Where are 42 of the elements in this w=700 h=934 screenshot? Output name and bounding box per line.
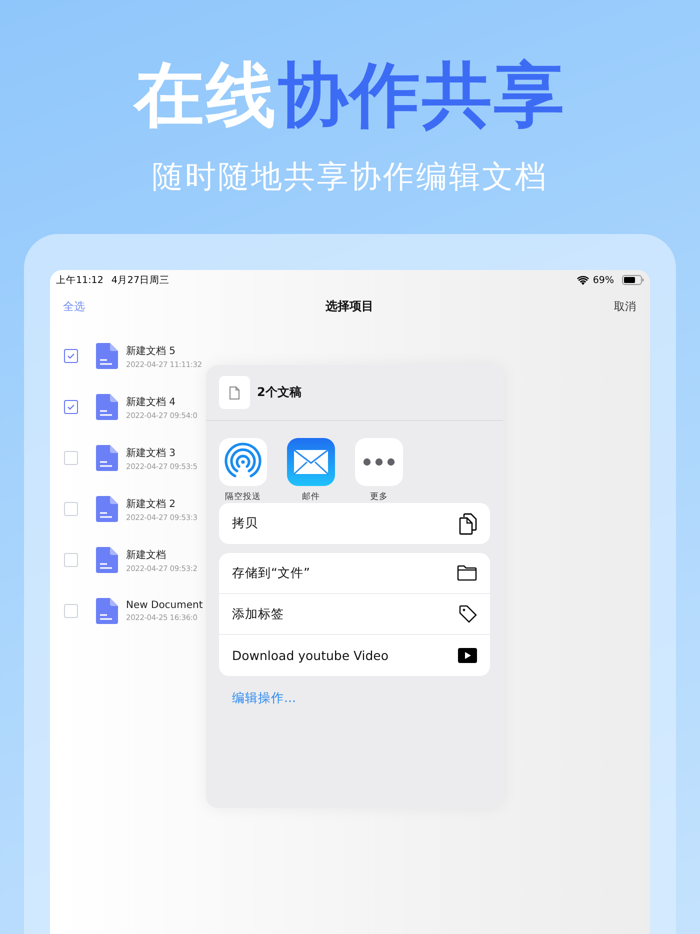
document-name: New Document — [126, 600, 204, 611]
headline-text: 协作共享 — [278, 54, 566, 136]
share-app[interactable]: 更多 — [355, 438, 403, 503]
document-icon — [95, 445, 118, 471]
more-icon — [355, 438, 403, 486]
mail-icon — [287, 438, 335, 486]
document-name: 新建文档 3 — [126, 446, 177, 460]
headline-text: 在线 — [134, 54, 278, 136]
document-icon — [95, 598, 118, 624]
checkbox[interactable] — [64, 349, 78, 363]
status-time: 上午11:12 — [56, 274, 104, 286]
folder-icon — [457, 565, 477, 581]
document-icon — [95, 547, 118, 573]
copy-icon — [459, 512, 477, 534]
tag-icon — [459, 605, 477, 623]
document-name: 新建文档 4 — [126, 396, 177, 408]
nav-title: 选择项目 — [326, 298, 374, 315]
document-icon — [95, 496, 118, 522]
check-icon — [67, 404, 75, 410]
airdrop-icon — [219, 438, 267, 486]
document-name: 新建文档 — [126, 548, 167, 562]
share-title: 2个文稿 — [257, 384, 302, 401]
share-action[interactable]: 拷贝 — [219, 503, 490, 544]
share-action[interactable]: 存储到“文件” — [219, 553, 490, 594]
play-icon — [458, 648, 477, 663]
battery-percent: 69% — [592, 274, 614, 286]
status-date: 4月27日周三 — [111, 274, 170, 286]
share-app[interactable]: 隔空投送 — [219, 438, 267, 503]
cancel-button[interactable]: 取消 — [614, 299, 636, 314]
battery-icon — [622, 275, 644, 285]
file-icon — [229, 386, 240, 400]
share-action[interactable]: Download youtube Video — [219, 635, 490, 676]
checkbox[interactable] — [64, 400, 78, 414]
document-name: 新建文档 5 — [126, 344, 177, 358]
check-icon — [67, 353, 75, 359]
document-name: 新建文档 2 — [126, 498, 177, 510]
subtitle: 随时随地共享协作编辑文档 — [152, 158, 548, 197]
document-icon — [95, 394, 118, 420]
wifi-icon — [576, 276, 589, 284]
document-icon — [95, 343, 118, 369]
share-app[interactable]: 邮件 — [287, 438, 335, 503]
share-action[interactable]: 添加标签 — [219, 594, 490, 635]
